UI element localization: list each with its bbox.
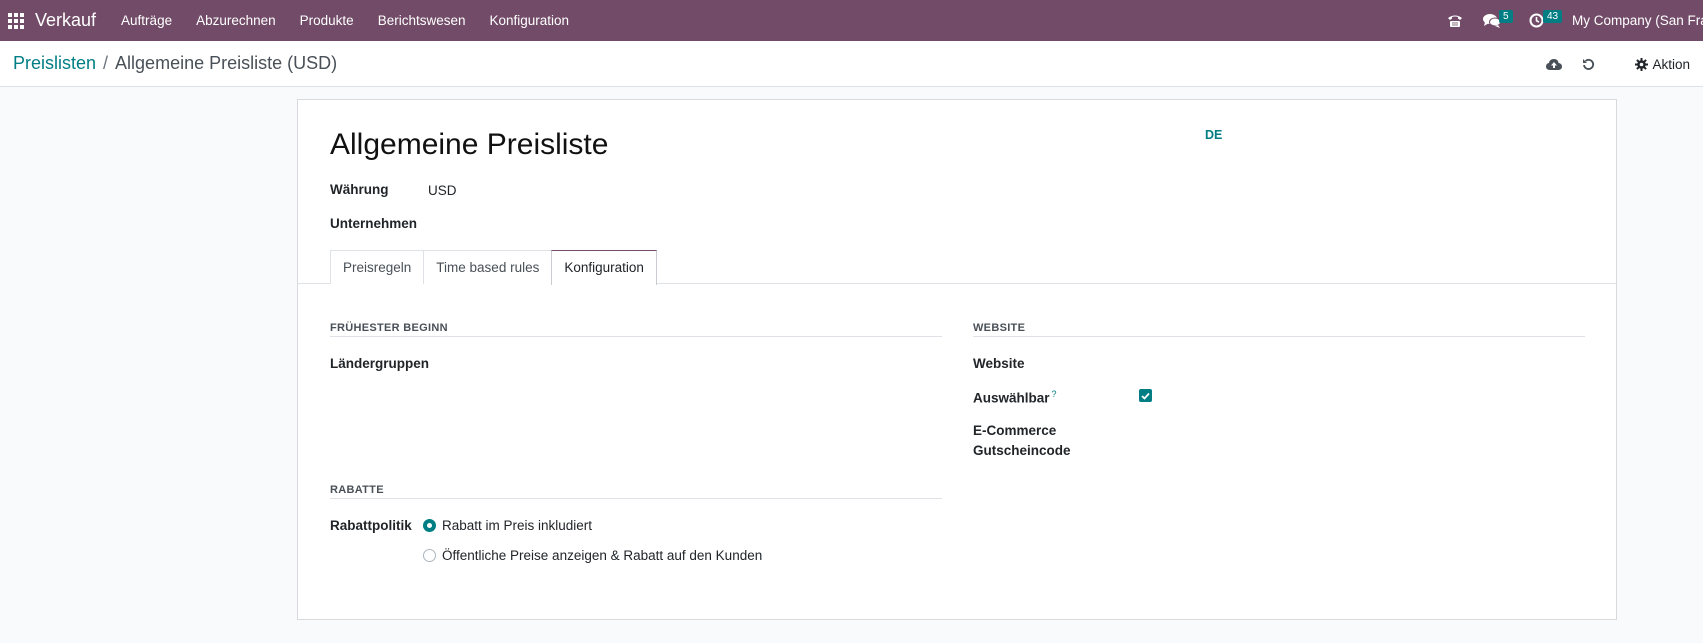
action-menu-button[interactable]: Aktion [1623,57,1703,72]
company-field[interactable] [428,216,728,232]
menu-item-berichtswesen[interactable]: Berichtswesen [366,0,478,41]
phone-button[interactable] [1437,0,1473,41]
ecommerce-code-label: E-Commerce Gutscheincode [973,421,1071,461]
control-panel-actions: Aktion [1536,41,1703,87]
website-label: Website [973,356,1025,371]
messages-button[interactable]: 5 [1473,0,1519,41]
navbar-systray: 5 43 My Company (San Francisco) [1437,0,1703,41]
breadcrumb-separator: / [103,53,109,73]
undo-icon [1583,58,1595,70]
cloud-upload-icon [1546,58,1563,70]
discounts-section-title: RABATTE [330,484,384,496]
website-field[interactable] [1136,354,1576,374]
selectable-checkbox[interactable] [1139,389,1152,402]
company-switcher[interactable]: My Company (San Francisco) [1572,13,1703,28]
selectable-help-icon[interactable]: ? [1052,389,1057,399]
activities-button[interactable]: 43 [1519,0,1566,41]
website-section-rule [973,336,1585,337]
phone-icon [1448,15,1462,27]
pricelist-name-field[interactable]: Allgemeine Preisliste [330,128,608,162]
selectable-label-text: Auswählbar [973,390,1050,406]
tab-time-based-rules[interactable]: Time based rules [423,250,553,284]
breadcrumb: Preislisten / Allgemeine Preisliste (USD… [13,53,337,74]
discounts-section-rule [330,498,942,499]
control-panel: Preislisten / Allgemeine Preisliste (USD… [0,41,1703,87]
currency-label: Währung [330,182,389,197]
discard-button[interactable] [1572,58,1623,71]
menu-item-auftraege[interactable]: Aufträge [109,0,184,41]
tab-price-rules[interactable]: Preisregeln [330,250,425,284]
menu-item-abzurechnen[interactable]: Abzurechnen [184,0,288,41]
clock-icon [1529,13,1544,28]
checkmark-icon [1141,392,1150,400]
breadcrumb-pricelists-link[interactable]: Preislisten [13,53,96,74]
app-name[interactable]: Verkauf [35,10,96,31]
ecommerce-code-label-line1: E-Commerce [973,423,1057,438]
discount-included-label[interactable]: Rabatt im Preis inkludiert [442,518,592,533]
action-label: Aktion [1652,56,1690,72]
menu-item-produkte[interactable]: Produkte [288,0,366,41]
menu-item-konfiguration[interactable]: Konfiguration [478,0,582,41]
discount-public-price-radio[interactable] [423,549,436,562]
apps-menu-button[interactable] [0,0,32,41]
gear-icon [1635,57,1649,71]
country-groups-label: Ländergruppen [330,356,430,371]
breadcrumb-current: Allgemeine Preisliste (USD) [115,53,338,73]
discount-public-price-label[interactable]: Öffentliche Preise anzeigen & Rabatt auf… [442,548,762,563]
save-button[interactable] [1536,58,1572,71]
ecommerce-code-label-line2: Gutscheincode [973,443,1071,458]
country-groups-field[interactable] [428,354,928,374]
form-sheet: Allgemeine Preisliste DE Währung USD Unt… [297,99,1617,620]
main-navbar: Verkauf Aufträge Abzurechnen Produkte Be… [0,0,1703,41]
activities-badge: 43 [1543,10,1563,23]
apps-grid-icon [8,12,24,29]
currency-field[interactable]: USD [428,183,457,198]
availability-section-title: FRÜHESTER BEGINN [330,322,448,334]
discount-included-radio[interactable] [423,519,436,532]
discount-policy-label: Rabattpolitik [330,518,412,533]
availability-section-rule [330,336,942,337]
website-section-title: WEBSITE [973,322,1026,334]
language-button[interactable]: DE [1205,128,1222,142]
form-tabs: Preisregeln Time based rules Konfigurati… [330,250,657,285]
selectable-label: Auswählbar? [973,389,1057,406]
company-label: Unternehmen [330,216,418,231]
tab-configuration[interactable]: Konfiguration [551,250,657,285]
messages-badge: 5 [1499,10,1513,23]
ecommerce-code-field[interactable] [1136,421,1576,441]
